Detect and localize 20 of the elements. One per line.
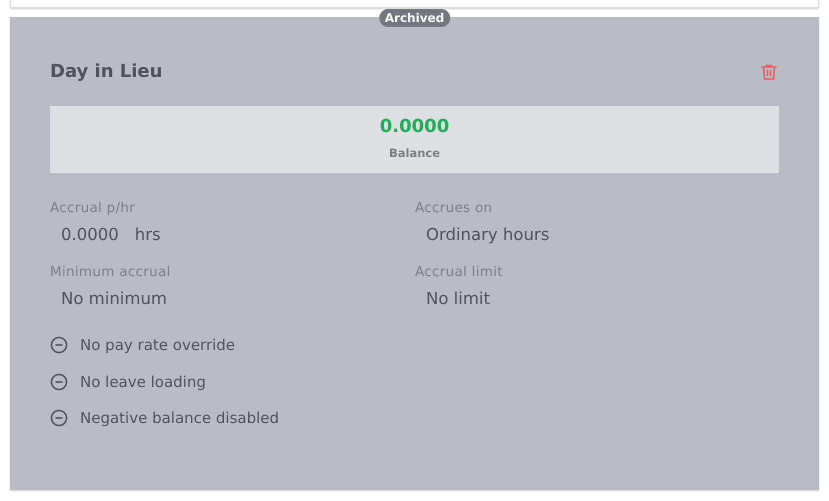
card-title: Day in Lieu [50,61,162,83]
field-label: Accrues on [415,198,492,218]
minus-circle-icon [50,409,68,428]
field-label: Accrual p/hr [50,198,136,218]
minus-circle-icon [50,336,68,354]
field-value: No limit [425,288,490,310]
minus-circle-icon [50,372,68,391]
field-value: Ordinary hours [425,224,550,246]
field-label: Minimum accrual [50,263,171,282]
field-value: No minimum [60,288,167,310]
archived-badge: Archived [378,9,450,27]
balance-label: Balance [388,144,440,162]
feature-text: No pay rate override [80,335,236,356]
field-label: Accrual limit [415,263,503,282]
unit-label: hrs [134,224,161,246]
balance-value: 0.0000 [380,114,450,139]
feature-text: Negative balance disabled [80,408,280,430]
trash-icon[interactable] [759,62,779,82]
feature-text: No leave loading [80,372,206,393]
field-value: 0.0000 [60,224,119,246]
